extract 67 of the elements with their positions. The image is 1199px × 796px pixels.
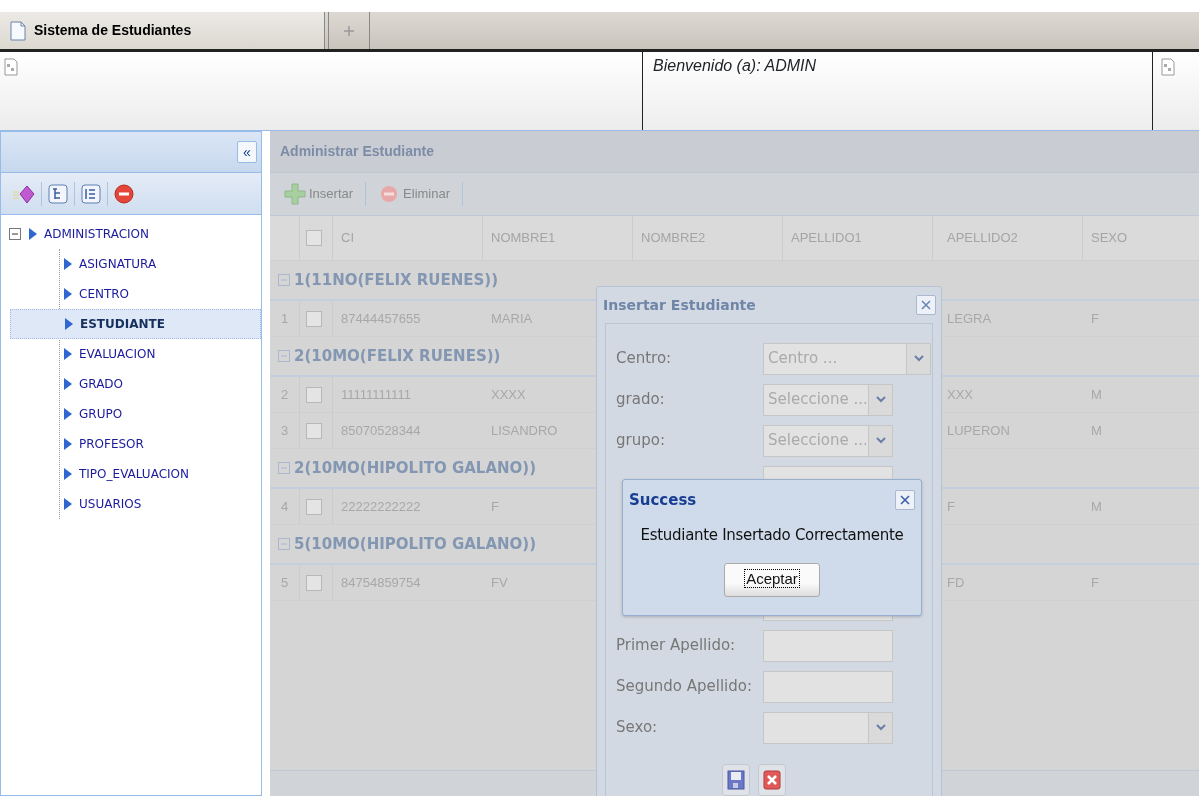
triangle-icon bbox=[62, 497, 73, 511]
tree-item[interactable]: ASIGNATURA bbox=[10, 249, 261, 279]
dropdown-field[interactable] bbox=[763, 711, 869, 744]
triangle-icon bbox=[27, 227, 38, 241]
tree-item[interactable]: GRADO bbox=[10, 369, 261, 399]
tree-item[interactable]: TIPO_EVALUACION bbox=[10, 459, 261, 489]
plus-icon bbox=[284, 183, 306, 205]
checkbox[interactable] bbox=[306, 386, 322, 403]
gem-icon[interactable] bbox=[13, 183, 35, 204]
chevron-down-icon bbox=[875, 724, 886, 731]
accept-button[interactable]: Aceptar bbox=[724, 562, 820, 597]
tree-item[interactable]: ESTUDIANTE bbox=[10, 309, 261, 339]
checkbox[interactable] bbox=[306, 310, 322, 327]
close-icon bbox=[920, 299, 932, 311]
collapse-button[interactable]: « bbox=[237, 141, 257, 163]
field-label: Primer Apellido: bbox=[616, 635, 737, 657]
list-icon[interactable] bbox=[81, 183, 101, 204]
dropdown-button[interactable] bbox=[869, 383, 893, 416]
message-text: Estudiante Insertado Correctamente bbox=[639, 525, 905, 546]
triangle-icon bbox=[62, 377, 73, 391]
dropdown-button[interactable] bbox=[907, 342, 931, 375]
checkbox[interactable] bbox=[306, 498, 322, 515]
tree-item[interactable]: USUARIOS bbox=[10, 489, 261, 519]
tree-view-icon[interactable] bbox=[48, 183, 68, 204]
tree-item[interactable]: GRUPO bbox=[10, 399, 261, 429]
chevron-down-icon bbox=[875, 437, 886, 444]
chevron-down-icon bbox=[913, 355, 924, 362]
dropdown-field[interactable]: Seleccione ... bbox=[763, 424, 869, 457]
triangle-icon bbox=[62, 407, 73, 421]
close-icon bbox=[899, 494, 911, 506]
cancel-button[interactable] bbox=[758, 764, 786, 796]
triangle-icon bbox=[62, 467, 73, 481]
remove-icon[interactable] bbox=[114, 183, 134, 204]
input-field[interactable] bbox=[763, 670, 893, 703]
dropdown-button[interactable] bbox=[869, 424, 893, 457]
tree-item[interactable]: CENTRO bbox=[10, 279, 261, 309]
field-label: Centro: bbox=[616, 348, 673, 370]
document-icon bbox=[10, 20, 26, 41]
save-button[interactable] bbox=[722, 764, 750, 796]
tree-item[interactable]: ADMINISTRACION bbox=[9, 219, 261, 249]
field-label: Segundo Apellido: bbox=[616, 676, 754, 698]
checkbox[interactable] bbox=[306, 230, 322, 246]
checkbox[interactable] bbox=[306, 574, 322, 591]
field-label: Sexo: bbox=[616, 717, 659, 739]
panel-title: Administrar Estudiante bbox=[270, 131, 1199, 173]
new-tab-icon[interactable] bbox=[343, 24, 355, 37]
triangle-icon bbox=[62, 437, 73, 451]
triangle-icon bbox=[62, 257, 73, 271]
close-icon bbox=[763, 770, 781, 790]
checkbox[interactable] bbox=[306, 422, 322, 439]
dropdown-field[interactable]: Seleccione ... bbox=[763, 383, 869, 416]
dropdown-button[interactable] bbox=[869, 711, 893, 744]
close-button[interactable] bbox=[916, 295, 936, 315]
triangle-icon bbox=[62, 347, 73, 361]
tab[interactable]: Sistema de Estudiantes bbox=[0, 12, 325, 49]
close-button[interactable] bbox=[895, 490, 915, 510]
welcome-text: Bienvenido (a): ADMIN bbox=[642, 52, 1153, 130]
triangle-icon bbox=[62, 287, 73, 301]
placeholder-image-icon bbox=[1161, 58, 1175, 76]
triangle-icon bbox=[63, 317, 74, 331]
placeholder-image-icon bbox=[4, 58, 18, 76]
input-field[interactable] bbox=[763, 629, 893, 662]
tree-item[interactable]: EVALUACION bbox=[10, 339, 261, 369]
dropdown-field[interactable]: Centro ... bbox=[763, 342, 907, 375]
collapse-icon[interactable] bbox=[9, 228, 21, 240]
chevron-down-icon bbox=[875, 396, 886, 403]
tree-item[interactable]: PROFESOR bbox=[10, 429, 261, 459]
